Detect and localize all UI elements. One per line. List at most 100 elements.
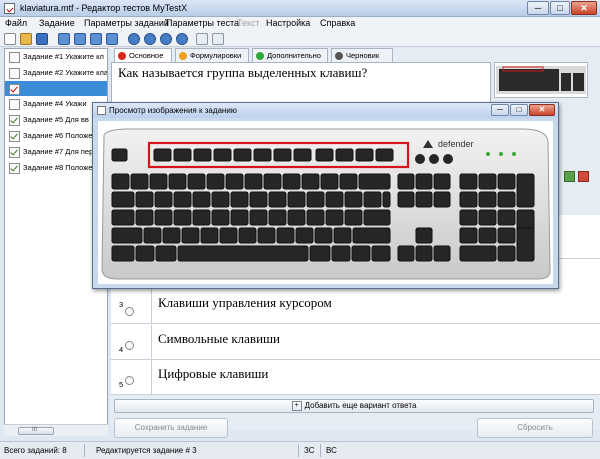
keyboard-key: [111, 191, 135, 208]
task-icon-1[interactable]: [58, 33, 70, 45]
media-button: [443, 154, 453, 164]
nav-prev-icon[interactable]: [144, 33, 156, 45]
new-file-icon[interactable]: [4, 33, 16, 45]
menu-settings[interactable]: Настройка: [266, 18, 310, 28]
status-editing: Редактируется задание # 3: [96, 446, 197, 455]
function-key: [315, 148, 334, 162]
nav-last-icon[interactable]: [176, 33, 188, 45]
task-list-hscrollbar[interactable]: III: [4, 424, 108, 436]
keyboard-key: [363, 191, 382, 208]
function-key: [193, 148, 212, 162]
menu-help[interactable]: Справка: [320, 18, 355, 28]
keyboard-key: [333, 227, 352, 244]
answer-number: 5: [119, 380, 124, 389]
insert-image-icon[interactable]: [564, 171, 575, 182]
answer-number: 4: [119, 345, 124, 354]
menu-text[interactable]: Текст: [237, 18, 260, 28]
task-icon-4[interactable]: [106, 33, 118, 45]
keyboard-key: [415, 191, 433, 208]
tab-additional[interactable]: Дополнительно: [252, 48, 328, 62]
keyboard-key: [173, 191, 192, 208]
keyboard-key: [433, 191, 451, 208]
maximize-button[interactable]: □: [550, 1, 570, 15]
keyboard-key: [415, 173, 433, 190]
dialog-title: Просмотр изображения к заданию: [109, 106, 237, 115]
tab-wordings[interactable]: Формулировки: [175, 48, 249, 62]
keyboard-key: [244, 173, 263, 190]
save-task-button[interactable]: Сохранить задание: [114, 418, 228, 438]
keyboard-key: [497, 191, 516, 208]
keyboard-key: [287, 209, 306, 226]
task-list-item[interactable]: [5, 80, 107, 97]
answer-radio[interactable]: [125, 376, 134, 385]
keyboard-key: [135, 245, 155, 262]
menu-task-params[interactable]: Параметры заданий: [84, 18, 169, 28]
answer-row-3: 3 Клавиши управления курсором: [111, 289, 600, 324]
menu-test-params[interactable]: Параметры теста: [166, 18, 239, 28]
dialog-title-bar: Просмотр изображения к заданию ─ □ ✕: [93, 103, 558, 118]
open-folder-icon[interactable]: [20, 33, 32, 45]
answer-radio[interactable]: [125, 307, 134, 316]
function-key: [173, 148, 192, 162]
keyboard-key: [181, 227, 200, 244]
reset-button[interactable]: Сбросить: [477, 418, 593, 438]
nav-first-icon[interactable]: [128, 33, 140, 45]
indicator-led: [512, 152, 516, 156]
keyboard-key: [397, 173, 415, 190]
task-list-item[interactable]: Задание #2 Укажите клави: [5, 65, 107, 81]
answer-radio[interactable]: [125, 341, 134, 350]
keyboard-key: [331, 245, 351, 262]
scroll-thumb[interactable]: III: [18, 427, 54, 435]
app-icon: [4, 3, 15, 14]
keyboard-key: [225, 173, 244, 190]
tab-main[interactable]: Основное: [114, 48, 172, 62]
answer-text[interactable]: Цифровые клавиши: [158, 366, 268, 382]
keyboard-key: [363, 209, 391, 226]
add-answer-button[interactable]: + Добавить еще вариант ответа: [114, 399, 594, 413]
keyboard-key: [111, 245, 135, 262]
answer-separator: [151, 325, 152, 360]
dialog-close-button[interactable]: ✕: [529, 104, 555, 116]
keyboard-key: [301, 173, 320, 190]
answer-text[interactable]: Символьные клавиши: [158, 331, 280, 347]
keyboard-key: [268, 191, 287, 208]
paste-icon[interactable]: [212, 33, 224, 45]
keyboard-key: [219, 227, 238, 244]
dialog-maximize-button[interactable]: □: [510, 104, 528, 116]
checkbox-icon: [9, 67, 20, 79]
close-button[interactable]: ✕: [571, 1, 597, 15]
keyboard-key: [173, 209, 192, 226]
tab-draft[interactable]: Черновик: [331, 48, 393, 62]
minimize-button[interactable]: ─: [527, 1, 549, 15]
toolbar: [0, 31, 600, 47]
keyboard-key: [459, 209, 478, 226]
status-bar: Всего заданий: 8 Редактируется задание #…: [0, 441, 600, 459]
keyboard-key: [268, 209, 287, 226]
task-list-item[interactable]: Задание #1 Укажите кл: [5, 49, 107, 65]
title-bar: klaviatura.mtf - Редактор тестов MyTestX…: [0, 0, 600, 17]
menu-file[interactable]: Файл: [5, 18, 27, 28]
menu-bar: Файл Задание Параметры заданий Параметры…: [0, 17, 600, 31]
task-label: Задание #5 Для вв: [23, 115, 89, 125]
menu-task[interactable]: Задание: [39, 18, 75, 28]
image-thumbnail[interactable]: [494, 62, 588, 98]
keyboard-key: [344, 209, 363, 226]
copy-icon[interactable]: [196, 33, 208, 45]
checkbox-icon: [9, 83, 20, 95]
indicator-led: [486, 152, 490, 156]
dialog-minimize-button[interactable]: ─: [491, 104, 509, 116]
keyboard-key: [155, 245, 177, 262]
delete-image-icon[interactable]: [578, 171, 589, 182]
keyboard-key: [295, 227, 314, 244]
nav-next-icon[interactable]: [160, 33, 172, 45]
checkbox-icon: [9, 52, 20, 63]
save-icon[interactable]: [36, 33, 48, 45]
function-key: [375, 148, 394, 162]
answer-text[interactable]: Клавиши управления курсором: [158, 295, 332, 311]
checkbox-icon: [9, 99, 20, 111]
task-icon-3[interactable]: [90, 33, 102, 45]
status-caps: ЗС: [304, 446, 315, 455]
task-icon-2[interactable]: [74, 33, 86, 45]
keyboard-key: [187, 173, 206, 190]
tab-strip: Основное Формулировки Дополнительно Черн…: [111, 48, 491, 62]
